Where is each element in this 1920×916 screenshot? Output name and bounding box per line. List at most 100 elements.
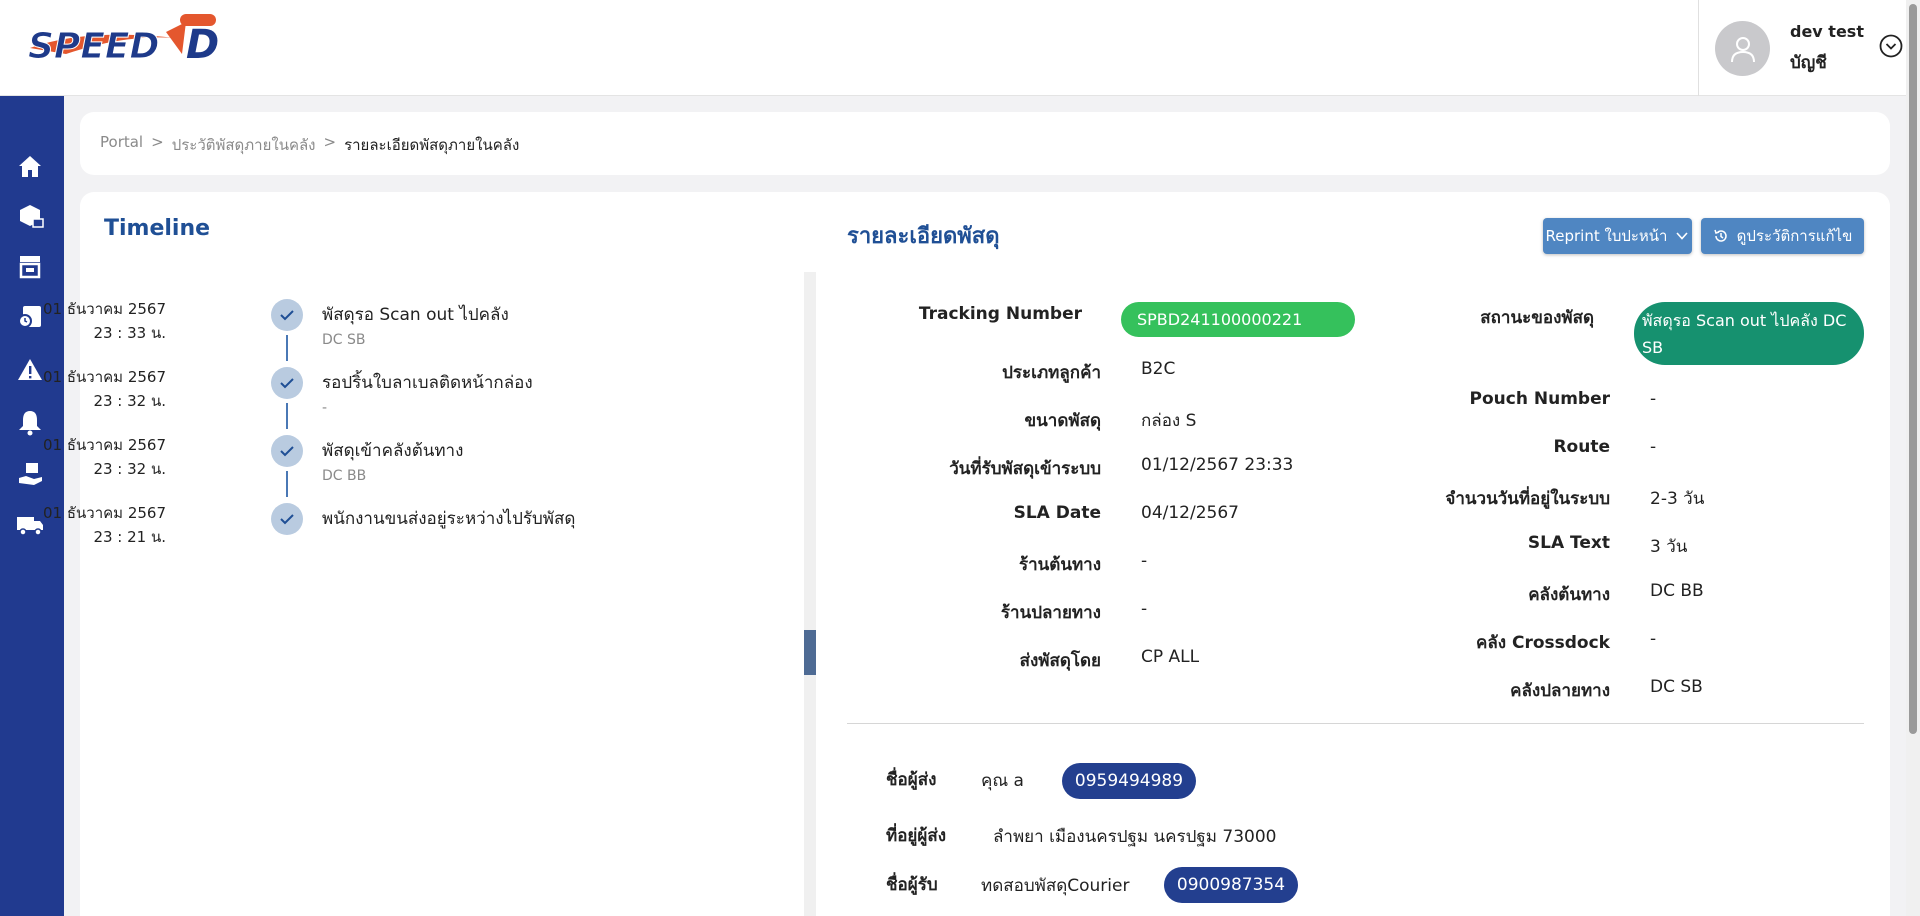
svg-text:SPEED: SPEED xyxy=(28,26,159,64)
status-label: สถานะของพัสดุ xyxy=(1480,308,1594,328)
timeline-event-title: รอปริ้นใบลาเบลติดหน้ากล่อง xyxy=(322,373,533,393)
status-badge: พัสดุรอ Scan out ไปคลัง DC SB xyxy=(1634,302,1864,365)
timeline-item: 01 ธันวาคม 2567 23 : 33 น. พัสดุรอ Scan o… xyxy=(0,297,640,365)
field-label: คลังปลายทาง xyxy=(1510,681,1610,701)
timeline-connector xyxy=(286,403,288,429)
breadcrumb-history[interactable]: ประวัติพัสดุภายในคลัง xyxy=(172,133,316,157)
timeline-datetime: 01 ธันวาคม 2567 23 : 21 น. xyxy=(43,501,166,549)
field-label: คลัง Crossdock xyxy=(1475,633,1610,653)
field-label: คลังต้นทาง xyxy=(1528,585,1610,605)
timeline-scrollbar[interactable] xyxy=(804,272,816,916)
timeline-time: 23 : 33 น. xyxy=(93,324,166,342)
chevron-down-icon xyxy=(1676,232,1689,240)
tracking-number-label: Tracking Number xyxy=(918,304,1082,324)
field-label: ส่งพัสดุโดย xyxy=(1019,651,1101,671)
page-scrollbar[interactable] xyxy=(1906,0,1920,916)
timeline-date: 01 ธันวาคม 2567 xyxy=(43,436,166,454)
store-icon[interactable] xyxy=(14,250,46,282)
detail-title: รายละเอียดพัสดุ xyxy=(847,224,1000,249)
timeline-title: Timeline xyxy=(104,216,211,241)
field-label: วันที่รับพัสดุเข้าระบบ xyxy=(949,459,1101,479)
field-value: B2C xyxy=(1141,359,1176,379)
field-label: SLA Text xyxy=(1527,533,1610,553)
user-menu[interactable]: dev test บัญชี xyxy=(1698,0,1903,96)
tracking-number-pill: SPBD241100000221 xyxy=(1121,302,1355,337)
field-label: ร้านปลายทาง xyxy=(1000,603,1101,623)
timeline-datetime: 01 ธันวาคม 2567 23 : 32 น. xyxy=(43,433,166,481)
timeline-event-sub: DC SB xyxy=(322,332,366,348)
field-value: - xyxy=(1141,551,1148,571)
breadcrumb-separator: > xyxy=(151,133,164,151)
top-bar: SPEED D dev test บัญชี xyxy=(0,0,1920,96)
sender-phone: 0959494989 xyxy=(1062,763,1196,799)
field-value: - xyxy=(1141,599,1148,619)
timeline-event-title: พัสดุเข้าคลังต้นทาง xyxy=(322,441,464,461)
avatar[interactable] xyxy=(1715,21,1770,76)
field-label: SLA Date xyxy=(1013,503,1101,523)
sender-address-label: ที่อยู่ผู้ส่ง xyxy=(886,826,947,846)
timeline-event-title: พนักงานขนส่งอยู่ระหว่างไปรับพัสดุ xyxy=(322,509,576,529)
breadcrumb: Portal > ประวัติพัสดุภายในคลัง > รายละเอ… xyxy=(100,133,519,157)
field-value: - xyxy=(1650,629,1657,649)
timeline-date: 01 ธันวาคม 2567 xyxy=(43,300,166,318)
timeline-connector xyxy=(286,471,288,497)
field-value: 01/12/2567 23:33 xyxy=(1141,455,1294,475)
timeline-event-title: พัสดุรอ Scan out ไปคลัง xyxy=(322,305,509,325)
user-name: dev test xyxy=(1790,22,1864,41)
speed-d-logo[interactable]: SPEED D xyxy=(26,14,236,68)
reprint-label: Reprint ใบปะหน้า xyxy=(1545,227,1668,245)
timeline-scrollbar-thumb[interactable] xyxy=(804,630,816,675)
field-label: ขนาดพัสดุ xyxy=(1024,411,1101,431)
user-icon xyxy=(1730,36,1755,62)
breadcrumb-card: Portal > ประวัติพัสดุภายในคลัง > รายละเอ… xyxy=(80,112,1890,175)
timeline-item: 01 ธันวาคม 2567 23 : 21 น. พนักงานขนส่งอย… xyxy=(0,501,640,569)
field-value: DC BB xyxy=(1650,581,1704,601)
timeline-datetime: 01 ธันวาคม 2567 23 : 33 น. xyxy=(43,297,166,345)
field-value: - xyxy=(1650,389,1657,409)
field-label: Route xyxy=(1553,437,1610,457)
sender-name: คุณ a xyxy=(981,771,1024,791)
field-label: จำนวนวันที่อยู่ในระบบ xyxy=(1445,489,1610,509)
timeline-time: 23 : 32 น. xyxy=(93,392,166,410)
check-icon xyxy=(271,367,303,399)
breadcrumb-separator: > xyxy=(323,133,337,151)
receiver-phone: 0900987354 xyxy=(1164,867,1298,903)
timeline-time: 23 : 32 น. xyxy=(93,460,166,478)
field-value: 2-3 วัน xyxy=(1650,489,1705,509)
field-value: 3 วัน xyxy=(1650,537,1688,557)
field-label: ประเภทลูกค้า xyxy=(1002,363,1101,383)
receiver-name: ทดสอบพัสดุCourier xyxy=(981,876,1130,896)
timeline-event-sub: - xyxy=(322,400,328,416)
user-role: บัญชี xyxy=(1790,53,1827,73)
field-label: Pouch Number xyxy=(1469,389,1610,409)
breadcrumb-current: รายละเอียดพัสดุภายในคลัง xyxy=(344,136,520,154)
check-icon xyxy=(271,299,303,331)
section-divider xyxy=(847,723,1864,724)
timeline-item: 01 ธันวาคม 2567 23 : 32 น. พัสดุเข้าคลังต… xyxy=(0,433,640,501)
home-icon[interactable] xyxy=(14,150,46,182)
field-value: DC SB xyxy=(1650,677,1703,697)
timeline-date: 01 ธันวาคม 2567 xyxy=(43,368,166,386)
field-value: CP ALL xyxy=(1141,647,1200,667)
field-label: ร้านต้นทาง xyxy=(1018,555,1101,575)
field-value: - xyxy=(1650,437,1657,457)
field-value: กล่อง S xyxy=(1141,411,1197,431)
timeline-connector xyxy=(286,335,288,361)
timeline-event-sub: DC BB xyxy=(322,468,367,484)
sender-address: ลำพยา เมืองนครปฐม นครปฐม 73000 xyxy=(993,827,1277,847)
check-icon xyxy=(271,503,303,535)
check-icon xyxy=(271,435,303,467)
sender-name-label: ชื่อผู้ส่ง xyxy=(886,770,937,790)
reprint-button[interactable]: Reprint ใบปะหน้า xyxy=(1543,218,1692,254)
edit-history-button[interactable]: ดูประวัติการแก้ไข xyxy=(1701,218,1864,254)
chevron-down-icon[interactable] xyxy=(1879,34,1903,58)
breadcrumb-portal[interactable]: Portal xyxy=(100,133,143,157)
history-label: ดูประวัติการแก้ไข xyxy=(1736,227,1853,245)
timeline-item: 01 ธันวาคม 2567 23 : 32 น. รอปริ้นใบลาเบล… xyxy=(0,365,640,433)
page-scrollbar-thumb[interactable] xyxy=(1909,4,1917,734)
timeline-datetime: 01 ธันวาคม 2567 23 : 32 น. xyxy=(43,365,166,413)
timeline-time: 23 : 21 น. xyxy=(93,528,166,546)
parcel-icon[interactable] xyxy=(14,200,46,232)
timeline-date: 01 ธันวาคม 2567 xyxy=(43,504,166,522)
receiver-name-label: ชื่อผู้รับ xyxy=(886,875,938,895)
